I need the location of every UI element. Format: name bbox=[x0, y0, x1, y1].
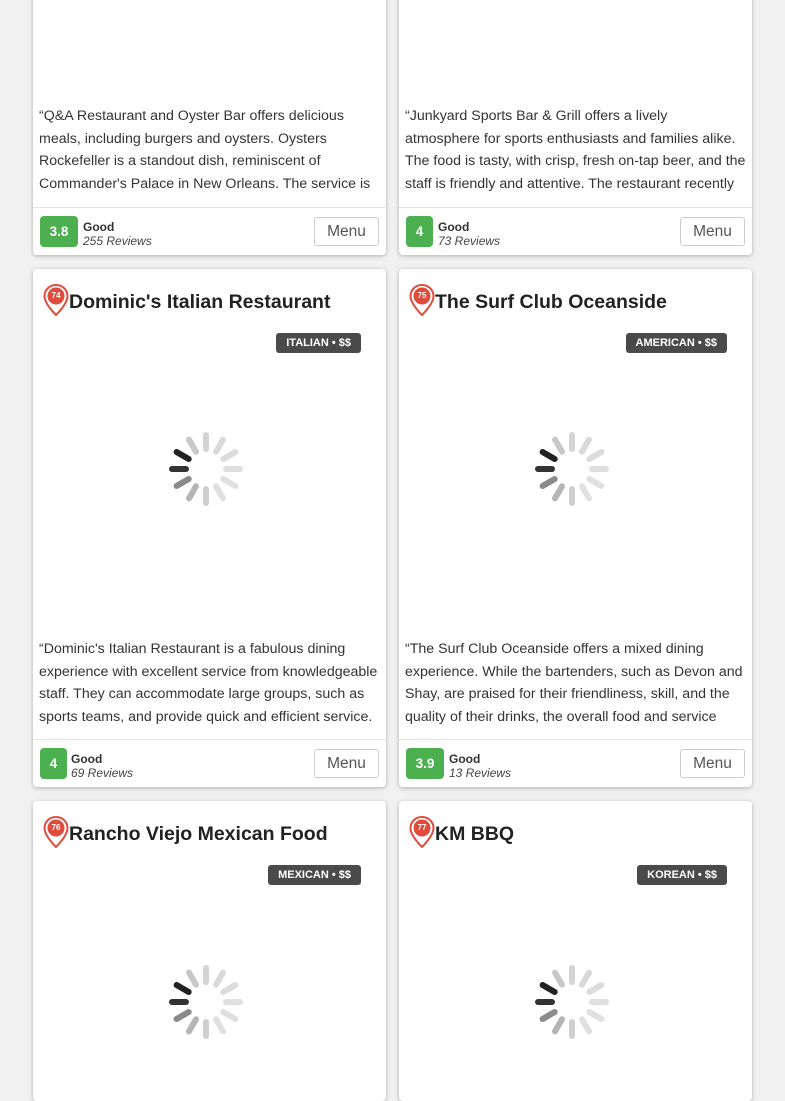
review-snippet: “The Surf Club Oceanside offers a mixed … bbox=[405, 641, 743, 725]
card-header: 77 KM BBQ bbox=[399, 816, 752, 848]
restaurant-card[interactable]: 74 Dominic's Italian Restaurant ITALIAN … bbox=[33, 269, 386, 787]
loading-spinner-icon bbox=[169, 432, 243, 506]
restaurant-card[interactable]: 76 Rancho Viejo Mexican Food MEXICAN • $… bbox=[33, 801, 386, 1101]
pin-number: 76 bbox=[51, 823, 61, 832]
card-header: 76 Rancho Viejo Mexican Food bbox=[33, 816, 386, 848]
loading-spinner-icon bbox=[169, 965, 243, 1039]
score-badge: 4 bbox=[406, 216, 433, 247]
cuisine-badge: ITALIAN • $$ bbox=[276, 333, 361, 353]
restaurant-card[interactable]: “Junkyard Sports Bar & Grill offers a li… bbox=[399, 0, 752, 255]
restaurant-name[interactable]: Rancho Viejo Mexican Food bbox=[69, 823, 328, 846]
map-pin-icon bbox=[409, 284, 435, 316]
review-count: 13 Reviews bbox=[449, 766, 512, 780]
cuisine-badge: AMERICAN • $$ bbox=[625, 333, 727, 353]
map-pin-icon bbox=[409, 816, 435, 848]
card-header: 74 Dominic's Italian Restaurant bbox=[33, 284, 386, 316]
loading-spinner-icon bbox=[535, 432, 609, 506]
pin-number: 75 bbox=[417, 291, 427, 300]
pin-number: 74 bbox=[51, 291, 61, 300]
restaurant-card[interactable]: 77 KM BBQ KOREAN • $$ bbox=[399, 801, 752, 1101]
restaurant-card[interactable]: 75 The Surf Club Oceanside AMERICAN • $$… bbox=[399, 269, 752, 787]
rating-label: Good bbox=[449, 752, 481, 766]
review-snippet: “Q&A Restaurant and Oyster Bar offers de… bbox=[39, 108, 371, 192]
menu-button[interactable]: Menu bbox=[680, 217, 745, 246]
score-badge: 4 bbox=[40, 748, 67, 779]
rating-label: Good bbox=[438, 220, 470, 234]
card-footer: 4 Good 73 Reviews Menu bbox=[399, 207, 752, 255]
rating-label: Good bbox=[71, 752, 103, 766]
review-count: 73 Reviews bbox=[438, 234, 501, 248]
card-footer: 3.9 Good 13 Reviews Menu bbox=[399, 739, 752, 787]
review-snippet: “Dominic's Italian Restaurant is a fabul… bbox=[39, 641, 378, 725]
map-pin-icon bbox=[43, 816, 69, 848]
loading-spinner-icon bbox=[535, 965, 609, 1039]
menu-button[interactable]: Menu bbox=[314, 217, 379, 246]
restaurant-card[interactable]: “Q&A Restaurant and Oyster Bar offers de… bbox=[33, 0, 386, 255]
score-badge: 3.8 bbox=[40, 216, 78, 247]
score-badge: 3.9 bbox=[406, 748, 444, 779]
restaurant-name[interactable]: Dominic's Italian Restaurant bbox=[69, 291, 330, 314]
review-snippet: “Junkyard Sports Bar & Grill offers a li… bbox=[405, 108, 746, 192]
pin-number: 77 bbox=[417, 823, 427, 832]
rating-label: Good bbox=[83, 220, 115, 234]
menu-button[interactable]: Menu bbox=[680, 749, 745, 778]
map-pin-icon bbox=[43, 284, 69, 316]
card-footer: 4 Good 69 Reviews Menu bbox=[33, 739, 386, 787]
cuisine-badge: KOREAN • $$ bbox=[637, 865, 727, 885]
review-count: 69 Reviews bbox=[71, 766, 134, 780]
card-footer: 3.8 Good 255 Reviews Menu bbox=[33, 207, 386, 255]
review-count: 255 Reviews bbox=[83, 234, 152, 248]
card-header: 75 The Surf Club Oceanside bbox=[399, 284, 752, 316]
cuisine-badge: MEXICAN • $$ bbox=[268, 865, 361, 885]
menu-button[interactable]: Menu bbox=[314, 749, 379, 778]
restaurant-name[interactable]: KM BBQ bbox=[435, 823, 514, 846]
restaurant-name[interactable]: The Surf Club Oceanside bbox=[435, 291, 667, 314]
